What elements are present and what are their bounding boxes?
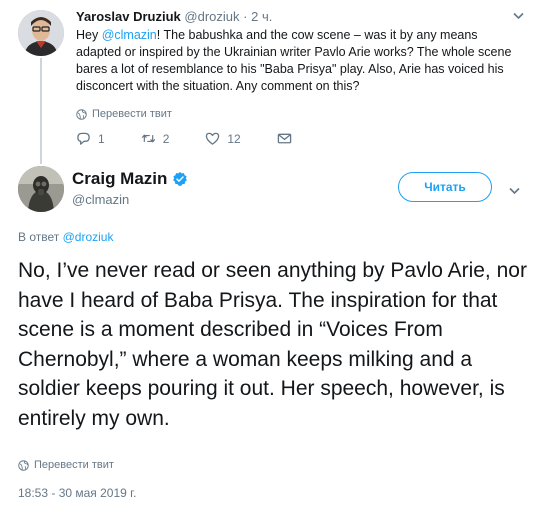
like-icon xyxy=(206,132,220,145)
direct-message-button[interactable] xyxy=(277,131,292,146)
chevron-down-icon[interactable] xyxy=(509,184,520,198)
mention-link[interactable]: @clmazin xyxy=(102,28,157,42)
avatar[interactable] xyxy=(18,10,64,56)
globe-icon xyxy=(18,459,29,471)
like-count: 12 xyxy=(227,131,241,146)
text-before-mention: Hey xyxy=(76,28,102,42)
like-button[interactable]: 12 xyxy=(205,131,241,146)
mail-icon xyxy=(277,133,291,144)
main-tweet-text: No, I’ve never read or seen anything by … xyxy=(18,259,527,430)
author-handle[interactable]: @droziuk xyxy=(184,9,239,24)
tweet-actions: 1 2 12 xyxy=(76,131,328,146)
tweet-time[interactable]: 2 ч. xyxy=(251,9,272,24)
reply-to-handle-link[interactable]: @droziuk xyxy=(63,230,114,244)
retweet-icon xyxy=(141,134,155,143)
translate-tweet-link[interactable]: Перевести твит xyxy=(76,108,172,120)
reply-count: 1 xyxy=(98,131,105,146)
follow-button[interactable]: Читать xyxy=(398,172,492,202)
reply-icon xyxy=(77,132,90,145)
thread-line xyxy=(40,58,42,164)
retweet-button[interactable]: 2 xyxy=(141,131,170,146)
retweet-count: 2 xyxy=(162,131,170,146)
avatar[interactable] xyxy=(18,166,64,212)
author-handle[interactable]: @clmazin xyxy=(72,192,129,207)
reply-button[interactable]: 1 xyxy=(76,131,105,146)
translate-tweet-link[interactable]: Перевести твит xyxy=(18,459,114,471)
translate-label: Перевести твит xyxy=(92,108,172,120)
reply-to-line: В ответ @droziuk xyxy=(18,230,113,244)
verified-icon xyxy=(173,172,188,186)
author-name[interactable]: Yaroslav Druziuk xyxy=(76,9,181,24)
globe-icon xyxy=(76,108,87,120)
separator-dot: · xyxy=(243,9,248,24)
parent-tweet-header: Yaroslav Druziuk @droziuk · 2 ч. xyxy=(76,8,272,25)
reply-to-prefix: В ответ xyxy=(18,230,63,244)
parent-tweet[interactable]: Yaroslav Druziuk @droziuk · 2 ч. Hey @cl… xyxy=(0,0,538,164)
tweet-timestamp[interactable]: 18:53 - 30 мая 2019 г. xyxy=(18,486,136,500)
parent-tweet-text: Hey @clmazin! The babushka and the cow s… xyxy=(76,27,521,95)
chevron-down-icon[interactable] xyxy=(513,9,524,23)
author-name[interactable]: Craig Mazin xyxy=(72,169,188,189)
translate-label: Перевести твит xyxy=(34,459,114,471)
author-name-text: Craig Mazin xyxy=(72,169,168,188)
